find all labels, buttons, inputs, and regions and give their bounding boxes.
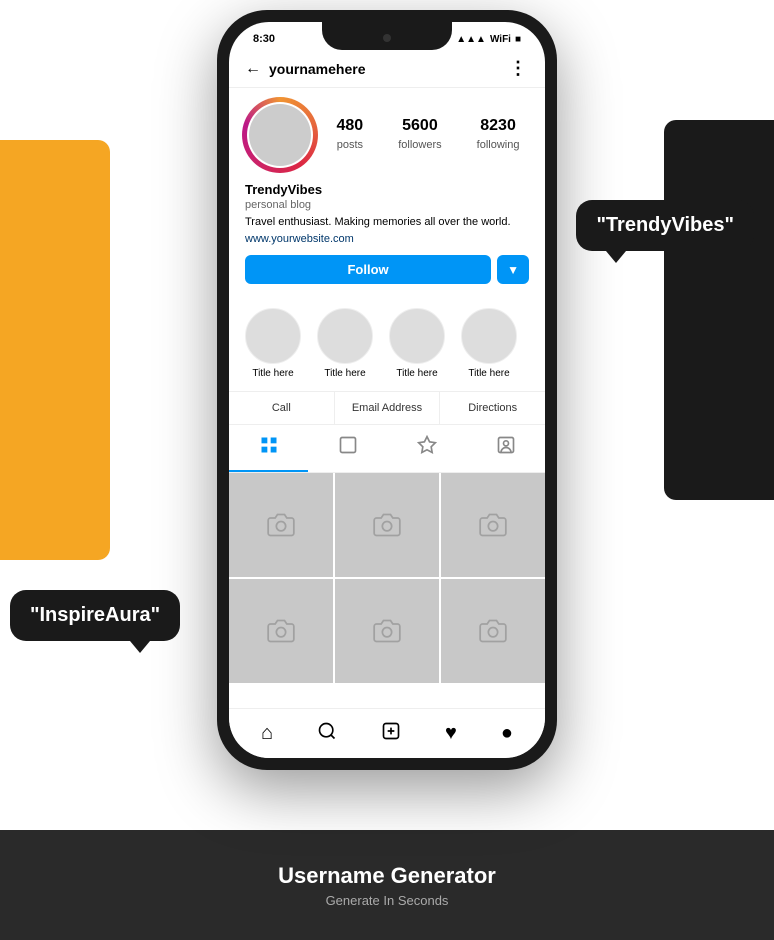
grid-cell-1[interactable]: [229, 473, 333, 577]
ig-header: ← yournamehere ⋮: [229, 50, 545, 88]
following-count: 8230: [477, 117, 520, 135]
grid-icon: [259, 439, 279, 459]
screen-content: ← yournamehere ⋮: [229, 50, 545, 708]
avatar: [245, 100, 315, 170]
followers-label: followers: [398, 139, 441, 151]
phone-mockup: 8:30 ▲▲▲ WiFi ■ ← yournamehere ⋮: [217, 10, 557, 770]
nav-add-icon[interactable]: [381, 721, 401, 747]
bottom-subtitle: Generate In Seconds: [326, 893, 449, 908]
following-label: following: [477, 139, 520, 151]
highlight-circle-1: [245, 308, 301, 364]
bg-orange-decoration: [0, 140, 110, 560]
photo-grid: [229, 473, 545, 683]
email-button[interactable]: Email Address: [335, 392, 441, 424]
directions-button[interactable]: Directions: [440, 392, 545, 424]
nav-search-icon[interactable]: [317, 721, 337, 747]
status-icons: ▲▲▲ WiFi ■: [456, 34, 521, 45]
bottom-nav: ⌂ ♥ ●: [229, 708, 545, 758]
profile-name: TrendyVibes: [245, 182, 529, 197]
phone-screen: 8:30 ▲▲▲ WiFi ■ ← yournamehere ⋮: [229, 22, 545, 758]
posts-label: posts: [337, 139, 363, 151]
tab-people[interactable]: [466, 425, 545, 472]
followers-count: 5600: [398, 117, 441, 135]
header-left: ← yournamehere: [245, 60, 365, 78]
highlight-circle-4: [461, 308, 517, 364]
avatar-image: [249, 104, 311, 166]
phone-notch: [322, 22, 452, 50]
status-time: 8:30: [253, 33, 275, 45]
tab-reels[interactable]: [308, 425, 387, 472]
reels-icon: [338, 439, 358, 459]
stat-following: 8230 following: [477, 117, 520, 153]
posts-count: 480: [337, 117, 364, 135]
profile-bio: Travel enthusiast. Making memories all o…: [245, 215, 529, 230]
nav-profile-icon[interactable]: ●: [501, 722, 513, 745]
highlights-row: Title here Title here Title here Title h…: [229, 304, 545, 391]
bottom-section: Username Generator Generate In Seconds: [0, 830, 774, 940]
stats-row: 480 posts 5600 followers 8230 following: [327, 117, 529, 153]
bottom-title: Username Generator: [278, 863, 496, 889]
grid-cell-3[interactable]: [441, 473, 545, 577]
bubble-trendyvibes: "TrendyVibes": [576, 200, 754, 251]
notch-dot: [383, 34, 391, 42]
tab-tagged[interactable]: [387, 425, 466, 472]
nav-home-icon[interactable]: ⌂: [261, 722, 273, 745]
tagged-icon: [417, 439, 437, 459]
profile-top-row: 480 posts 5600 followers 8230 following: [245, 100, 529, 170]
nav-heart-icon[interactable]: ♥: [445, 722, 457, 745]
tab-grid[interactable]: [229, 425, 308, 472]
grid-cell-6[interactable]: [441, 579, 545, 683]
highlight-2[interactable]: Title here: [317, 308, 373, 379]
grid-cell-5[interactable]: [335, 579, 439, 683]
highlight-label-3: Title here: [396, 368, 437, 379]
bubble-inspirealura: "InspireAura": [10, 590, 180, 641]
back-button[interactable]: ←: [245, 60, 261, 78]
action-row: Call Email Address Directions: [229, 391, 545, 425]
stat-followers: 5600 followers: [398, 117, 441, 153]
grid-cell-2[interactable]: [335, 473, 439, 577]
highlight-4[interactable]: Title here: [461, 308, 517, 379]
highlight-label-4: Title here: [468, 368, 509, 379]
highlight-1[interactable]: Title here: [245, 308, 301, 379]
highlight-label-1: Title here: [252, 368, 293, 379]
profile-category: personal blog: [245, 199, 529, 211]
highlight-circle-2: [317, 308, 373, 364]
wifi-icon: WiFi: [490, 34, 511, 45]
follow-dropdown-button[interactable]: ▼: [497, 255, 529, 284]
bg-dark-decoration: [664, 120, 774, 500]
signal-icon: ▲▲▲: [456, 34, 486, 45]
people-icon: [496, 439, 516, 459]
highlight-label-2: Title here: [324, 368, 365, 379]
phone-body: 8:30 ▲▲▲ WiFi ■ ← yournamehere ⋮: [217, 10, 557, 770]
stat-posts: 480 posts: [337, 117, 364, 153]
battery-icon: ■: [515, 34, 521, 45]
profile-username-header: yournamehere: [269, 61, 365, 77]
profile-section: 480 posts 5600 followers 8230 following: [229, 88, 545, 304]
follow-row: Follow ▼: [245, 255, 529, 284]
grid-cell-4[interactable]: [229, 579, 333, 683]
content-tab-bar: [229, 425, 545, 473]
highlight-circle-3: [389, 308, 445, 364]
profile-website[interactable]: www.yourwebsite.com: [245, 233, 529, 245]
highlight-3[interactable]: Title here: [389, 308, 445, 379]
follow-button[interactable]: Follow: [245, 255, 491, 284]
more-options-button[interactable]: ⋮: [509, 58, 529, 79]
call-button[interactable]: Call: [229, 392, 335, 424]
